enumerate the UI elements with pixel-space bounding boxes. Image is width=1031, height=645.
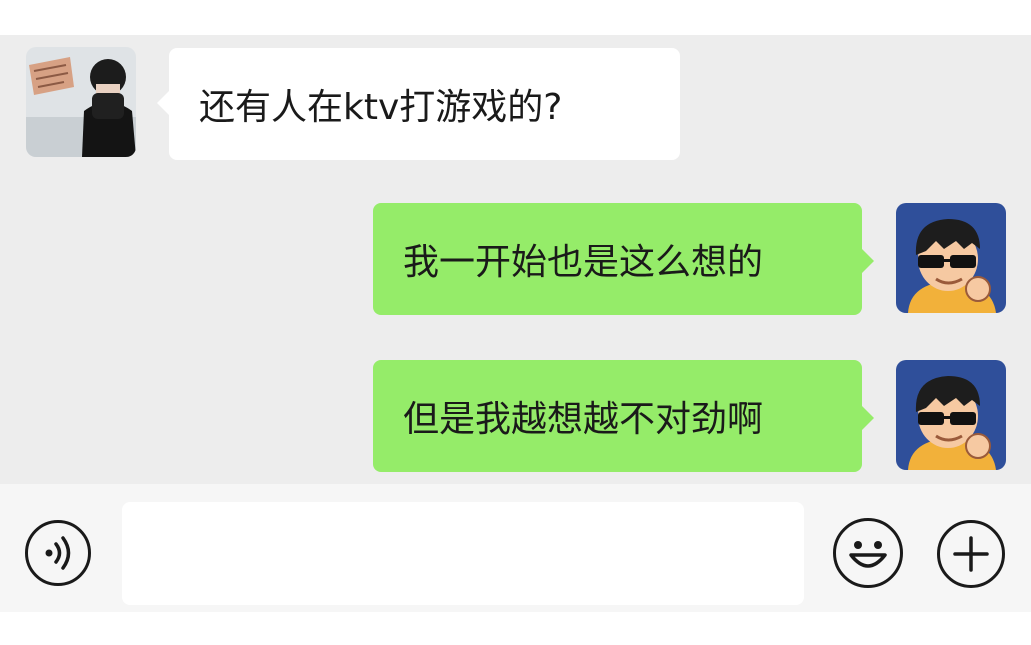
plus-icon[interactable] — [937, 520, 1005, 588]
message-input[interactable] — [122, 502, 804, 605]
contact-avatar[interactable] — [26, 47, 136, 157]
message-text: 但是我越想越不对劲啊 — [403, 399, 764, 440]
my-avatar[interactable] — [896, 203, 1006, 313]
message-text: 我一开始也是这么想的 — [403, 242, 764, 283]
message-text: 还有人在ktv打游戏的? — [199, 87, 563, 128]
message-bubble-sent[interactable]: 我一开始也是这么想的 — [373, 203, 874, 315]
message-bubble-sent[interactable]: 但是我越想越不对劲啊 — [373, 360, 874, 472]
my-avatar[interactable] — [896, 360, 1006, 470]
bottom-margin — [0, 612, 1031, 645]
top-margin — [0, 0, 1031, 35]
message-bubble-received[interactable]: 还有人在ktv打游戏的? — [157, 48, 680, 160]
emoji-icon[interactable] — [833, 518, 903, 588]
voice-input-icon[interactable] — [25, 520, 91, 586]
